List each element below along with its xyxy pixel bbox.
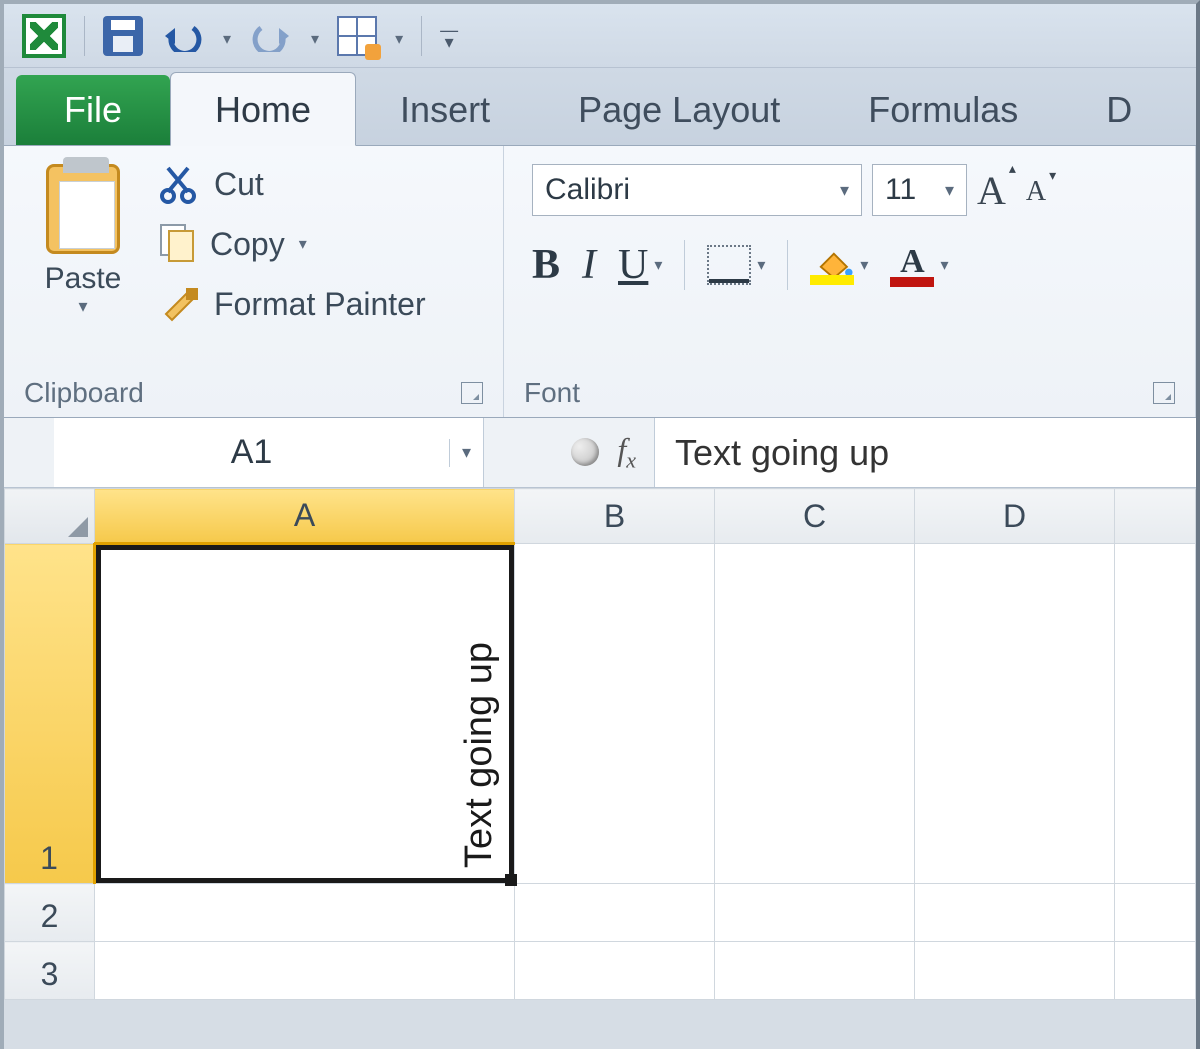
format-painter-button[interactable]: Format Painter <box>160 284 426 324</box>
cut-button[interactable]: Cut <box>160 164 426 204</box>
tab-page-layout[interactable]: Page Layout <box>534 73 824 145</box>
chevron-down-icon: ▾ <box>945 180 954 201</box>
cell-C1[interactable] <box>715 544 915 884</box>
cell-B2[interactable] <box>515 884 715 942</box>
row-header-1[interactable]: 1 <box>5 544 95 884</box>
formula-input[interactable]: Text going up <box>654 418 1196 487</box>
ribbon-tabs: File Home Insert Page Layout Formulas D <box>4 68 1196 146</box>
tab-home[interactable]: Home <box>170 72 356 146</box>
cut-label: Cut <box>214 166 264 203</box>
cancel-icon[interactable] <box>571 438 599 466</box>
ribbon: Paste ▾ Cut Copy ▾ Format Painter <box>4 146 1196 418</box>
copy-icon <box>160 224 196 264</box>
customize-qat-icon[interactable]: —▾ <box>440 24 458 48</box>
cell-A1-value: Text going up <box>458 642 501 868</box>
column-header-A[interactable]: A <box>95 489 515 544</box>
workbook-views-icon[interactable] <box>337 16 377 56</box>
cell-B3[interactable] <box>515 942 715 1000</box>
fill-color-button[interactable]: ▾ <box>810 245 868 285</box>
cell-D3[interactable] <box>915 942 1115 1000</box>
tab-data-partial[interactable]: D <box>1062 73 1176 145</box>
paste-dropdown[interactable]: ▾ <box>78 296 87 317</box>
borders-button[interactable]: ▾ <box>707 245 765 285</box>
copy-dropdown[interactable]: ▾ <box>299 234 307 254</box>
font-name-select[interactable]: Calibri ▾ <box>532 164 862 216</box>
paste-icon <box>46 164 120 254</box>
group-title-font: Font <box>524 377 580 409</box>
font-size-value: 11 <box>885 173 916 207</box>
cell-C3[interactable] <box>715 942 915 1000</box>
underline-button[interactable]: U▾ <box>618 241 662 289</box>
font-dialog-launcher[interactable] <box>1153 382 1175 404</box>
group-clipboard: Paste ▾ Cut Copy ▾ Format Painter <box>4 146 504 417</box>
copy-label: Copy <box>210 226 285 263</box>
separator <box>421 16 422 56</box>
column-header-B[interactable]: B <box>515 489 715 544</box>
paste-label: Paste <box>45 262 122 296</box>
tab-file[interactable]: File <box>16 75 170 145</box>
column-header-D[interactable]: D <box>915 489 1115 544</box>
redo-dropdown[interactable]: ▾ <box>311 23 319 49</box>
tab-insert[interactable]: Insert <box>356 73 534 145</box>
clipboard-dialog-launcher[interactable] <box>461 382 483 404</box>
font-size-select[interactable]: 11 ▾ <box>872 164 967 216</box>
font-color-button[interactable]: A ▾ <box>890 243 948 287</box>
cell-E3[interactable] <box>1115 942 1196 1000</box>
row-header-2[interactable]: 2 <box>5 884 95 942</box>
cell-A3[interactable] <box>95 942 515 1000</box>
paste-button[interactable]: Paste ▾ <box>24 158 142 317</box>
redo-icon[interactable] <box>249 20 293 52</box>
scissors-icon <box>160 164 200 204</box>
cell-A1[interactable]: Text going up <box>95 544 515 884</box>
select-all-corner[interactable] <box>5 489 95 544</box>
cell-E1[interactable] <box>1115 544 1196 884</box>
save-icon[interactable] <box>103 16 143 56</box>
separator <box>684 240 685 290</box>
tab-formulas[interactable]: Formulas <box>824 73 1062 145</box>
excel-app-icon[interactable] <box>22 14 66 58</box>
undo-icon[interactable] <box>161 20 205 52</box>
border-icon <box>707 245 751 285</box>
separator <box>84 16 85 56</box>
shrink-font-button[interactable]: A▾ <box>1026 174 1056 206</box>
cell-E2[interactable] <box>1115 884 1196 942</box>
grow-font-button[interactable]: A▴ <box>977 167 1016 214</box>
font-name-value: Calibri <box>545 173 630 207</box>
cell-C2[interactable] <box>715 884 915 942</box>
italic-button[interactable]: I <box>582 241 596 289</box>
cell-A2[interactable] <box>95 884 515 942</box>
fill-bucket-icon <box>810 245 854 285</box>
cell-D2[interactable] <box>915 884 1115 942</box>
cell-B1[interactable] <box>515 544 715 884</box>
undo-dropdown[interactable]: ▾ <box>223 23 231 49</box>
row-header-3[interactable]: 3 <box>5 942 95 1000</box>
format-painter-icon <box>160 284 200 324</box>
name-box[interactable]: A1 ▾ <box>54 418 484 487</box>
spreadsheet-grid: A B C D 1 Text going up 2 <box>4 488 1196 1000</box>
group-font: Calibri ▾ 11 ▾ A▴ A▾ B I U▾ ▾ <box>504 146 1196 417</box>
name-box-dropdown[interactable]: ▾ <box>449 439 483 467</box>
cell-D1[interactable] <box>915 544 1115 884</box>
chevron-down-icon: ▾ <box>840 180 849 201</box>
formula-bar: A1 ▾ fx Text going up <box>4 418 1196 488</box>
group-title-clipboard: Clipboard <box>24 377 144 409</box>
workbook-views-dropdown[interactable]: ▾ <box>395 23 403 49</box>
name-box-value: A1 <box>54 433 449 472</box>
font-color-icon: A <box>890 243 934 287</box>
insert-function-button[interactable]: fx <box>617 431 636 473</box>
separator <box>787 240 788 290</box>
bold-button[interactable]: B <box>532 241 560 289</box>
column-header-C[interactable]: C <box>715 489 915 544</box>
quick-access-toolbar: ▾ ▾ ▾ —▾ <box>4 4 1196 68</box>
copy-button[interactable]: Copy ▾ <box>160 224 426 264</box>
column-header-overflow[interactable] <box>1115 489 1196 544</box>
format-painter-label: Format Painter <box>214 286 426 323</box>
